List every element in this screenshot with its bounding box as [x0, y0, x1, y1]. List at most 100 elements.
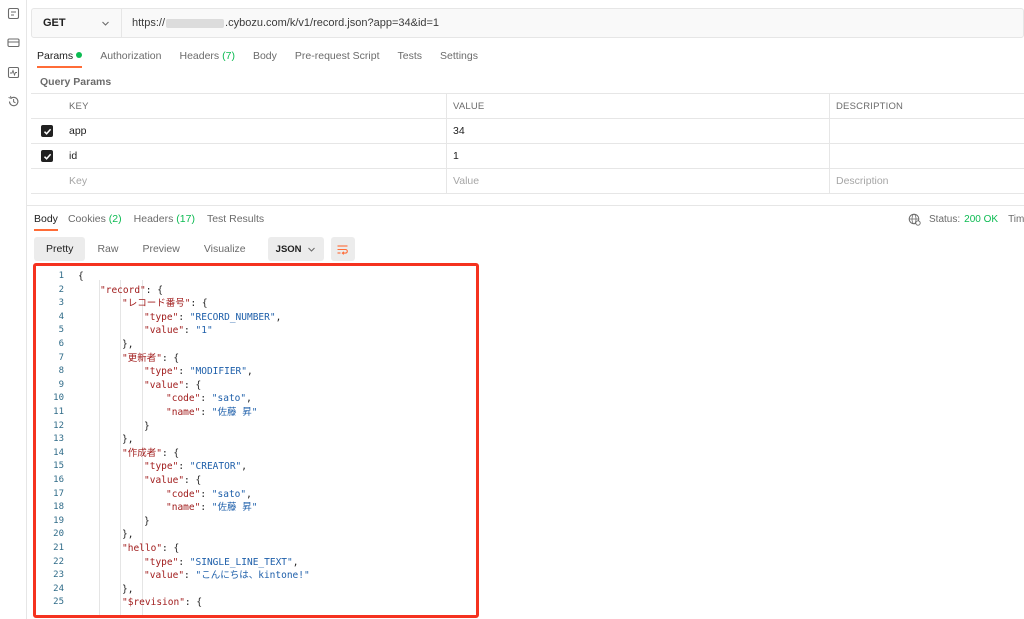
line-number: 5	[58, 325, 64, 336]
json-punctuation: ,	[246, 488, 252, 500]
param-checkbox[interactable]	[31, 144, 63, 168]
param-value[interactable]: 1	[447, 144, 830, 168]
tab-tests[interactable]: Tests	[398, 50, 423, 62]
view-visualize-button[interactable]: Visualize	[192, 237, 258, 261]
json-key: "更新者"	[122, 352, 162, 364]
param-description[interactable]	[830, 119, 1024, 143]
wrap-lines-button[interactable]	[330, 237, 355, 261]
json-punctuation: :	[184, 325, 196, 337]
code-text: "更新者": {	[122, 352, 179, 366]
tab-response-headers[interactable]: Headers (17)	[134, 213, 195, 225]
response-tabs: Body Cookies (2) Headers (17) Test Resul…	[34, 213, 282, 231]
format-select[interactable]: JSON	[267, 237, 324, 261]
method-select[interactable]: GET	[32, 9, 122, 37]
param-key[interactable]: id	[63, 144, 447, 168]
table-header-row: KEY VALUE DESCRIPTION	[31, 94, 1024, 119]
code-line: 9 "value": {	[36, 379, 476, 393]
code-line: 13},	[36, 433, 476, 447]
json-string: "1"	[195, 325, 213, 337]
status-label: Status:	[929, 214, 961, 225]
json-key: "$revision"	[122, 597, 185, 609]
json-punctuation: : {	[161, 352, 180, 364]
line-number: 18	[53, 502, 64, 513]
response-body-code[interactable]: 1{2 "record": {3 "レコード番号": {4 "type": "RECO…	[33, 263, 479, 618]
view-pretty-button[interactable]: Pretty	[34, 237, 86, 261]
code-text: {	[78, 270, 84, 284]
line-number: 14	[53, 447, 64, 458]
code-line: 16 "value": {	[36, 474, 476, 488]
json-punctuation: : {	[184, 379, 202, 391]
request-bar: GET https:// .cybozu.com/k/v1/record.jso…	[31, 8, 1024, 38]
json-key: "record"	[100, 284, 146, 296]
code-text: },	[122, 528, 133, 542]
tab-params-label: Params	[37, 50, 74, 62]
tab-headers-label: Headers	[179, 50, 220, 62]
code-line: 2 "record": {	[36, 284, 476, 298]
format-label: JSON	[275, 243, 302, 255]
param-value[interactable]: 34	[447, 119, 830, 143]
api-icon[interactable]	[7, 7, 20, 20]
tab-cookies[interactable]: Cookies (2)	[68, 213, 122, 225]
tab-headers[interactable]: Headers (7)	[179, 50, 234, 62]
description-placeholder[interactable]: Description	[830, 169, 1024, 193]
param-key[interactable]: app	[63, 119, 447, 143]
json-key: "作成者"	[122, 447, 162, 459]
header-description: DESCRIPTION	[836, 100, 904, 112]
json-punctuation: : {	[190, 298, 208, 310]
code-text: "作成者": {	[122, 447, 179, 461]
chevron-down-icon	[102, 21, 109, 26]
tab-response-body[interactable]: Body	[34, 213, 58, 231]
code-line: 8 "type": "MODIFIER",	[36, 365, 476, 379]
wrap-lines-icon	[337, 244, 348, 255]
json-key: "type"	[144, 366, 179, 378]
tab-authorization[interactable]: Authorization	[100, 50, 161, 62]
code-text: "value": {	[144, 379, 201, 393]
table-row: id 1	[31, 144, 1024, 169]
line-number: 15	[53, 461, 64, 472]
json-string: "SINGLE_LINE_TEXT"	[189, 556, 293, 568]
value-placeholder[interactable]: Value	[447, 169, 830, 193]
tab-settings[interactable]: Settings	[440, 50, 478, 62]
code-line: 18 "name": "佐藤 昇"	[36, 501, 476, 515]
checkbox-checked[interactable]	[41, 125, 53, 137]
view-preview-button[interactable]: Preview	[130, 237, 191, 261]
line-number: 19	[53, 515, 64, 526]
url-input[interactable]: https:// .cybozu.com/k/v1/record.json?ap…	[122, 17, 439, 29]
line-number: 10	[53, 393, 64, 404]
params-active-dot	[76, 52, 83, 58]
query-params-title: Query Params	[40, 76, 112, 88]
code-line: 4 "type": "RECORD_NUMBER",	[36, 311, 476, 325]
view-raw-button[interactable]: Raw	[85, 237, 130, 261]
checkbox-checked[interactable]	[41, 150, 53, 162]
tab-cookies-label: Cookies	[67, 213, 106, 225]
history-icon[interactable]	[7, 95, 20, 108]
code-text: "name": "佐藤 昇"	[166, 406, 257, 420]
line-number: 1	[58, 271, 64, 281]
code-text: "value": "1"	[144, 324, 213, 338]
tab-response-headers-label: Headers	[133, 213, 174, 225]
json-punctuation: :	[178, 556, 190, 568]
environment-icon[interactable]	[7, 36, 20, 49]
code-text: "type": "CREATOR",	[144, 460, 247, 474]
table-row: app 34	[31, 119, 1024, 144]
json-key: "value"	[144, 325, 185, 337]
code-line: 25 "$revision": {	[36, 596, 476, 610]
param-checkbox[interactable]	[31, 119, 63, 143]
json-punctuation: : {	[162, 543, 180, 554]
json-key: "value"	[144, 379, 185, 391]
code-line: 23 "value": "こんにちは、kintone!"	[36, 569, 476, 583]
json-punctuation: }	[144, 420, 150, 432]
code-text: },	[122, 433, 133, 447]
tab-params[interactable]: Params	[37, 50, 83, 68]
monitor-icon[interactable]	[7, 66, 20, 79]
code-text: }	[144, 420, 150, 434]
tab-body[interactable]: Body	[253, 50, 277, 62]
param-description[interactable]	[830, 144, 1024, 168]
tab-pre-request-script[interactable]: Pre-request Script	[295, 50, 380, 62]
tab-test-results[interactable]: Test Results	[207, 213, 264, 225]
url-prefix: https://	[132, 17, 166, 29]
globe-icon[interactable]	[908, 213, 921, 226]
code-line: 22 "type": "SINGLE_LINE_TEXT",	[36, 556, 476, 570]
key-placeholder[interactable]: Key	[63, 169, 447, 193]
code-text: "value": "こんにちは、kintone!"	[144, 569, 310, 583]
